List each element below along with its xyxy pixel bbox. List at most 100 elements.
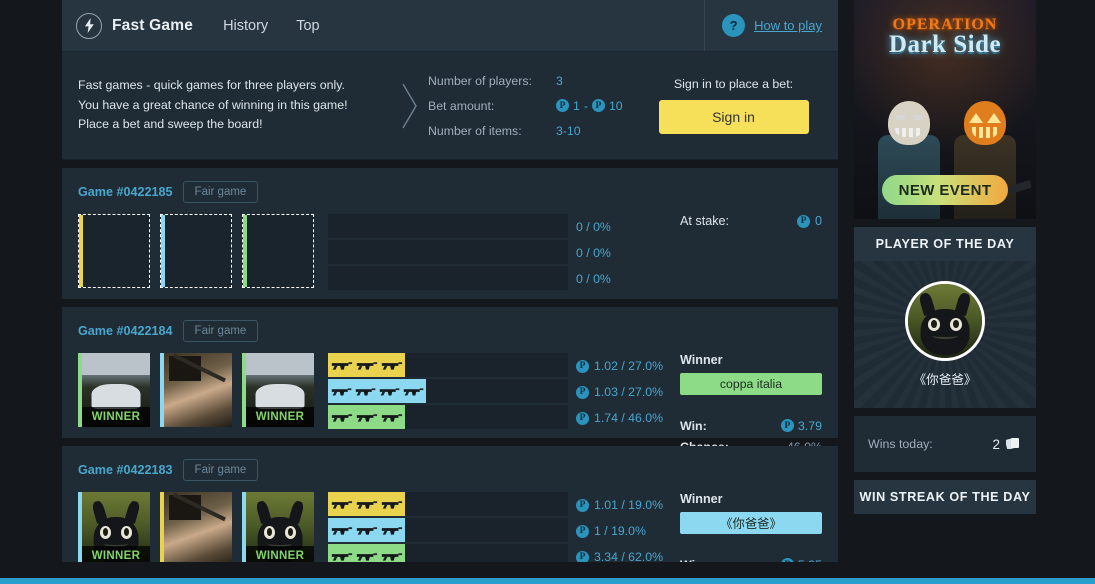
winner-label: Winner	[680, 492, 822, 506]
at-stake-row: At stake: P0	[680, 214, 822, 228]
odds-value: 1.02 / 27.0%	[594, 359, 663, 373]
win-value: 5.35	[798, 558, 822, 563]
item-bar	[328, 379, 568, 403]
winner-badge: WINNER	[246, 546, 314, 562]
player-slots	[78, 214, 328, 292]
player-name: 《你爸爸》	[914, 369, 977, 388]
player-slot[interactable]: WINNER	[242, 353, 314, 427]
at-stake-value: 0	[815, 214, 822, 228]
game-header: Game #0422183Fair game	[78, 458, 838, 482]
odds-row: 0 / 0%	[576, 240, 680, 266]
player-slot-empty[interactable]	[78, 214, 150, 288]
win-label: Win:	[680, 419, 707, 433]
wins-today-box: Wins today: 2	[854, 416, 1036, 472]
stat-label: Bet amount:	[428, 99, 556, 113]
wins-today-label: Wins today:	[868, 437, 933, 451]
player-slot[interactable]	[160, 353, 232, 427]
winner-label: Winner	[680, 353, 822, 367]
item-bars	[328, 353, 568, 457]
player-slot-empty[interactable]	[242, 214, 314, 288]
event-banner[interactable]: OPERATION Dark Side	[854, 0, 1036, 219]
navbar-left: Fast Game History Top	[62, 13, 704, 39]
coin-icon: P	[576, 525, 589, 538]
lightning-bolt-icon	[76, 13, 102, 39]
brand-title: Fast Game	[112, 17, 193, 35]
game-row[interactable]: Game #0422184Fair gameWINNERWINNERP1.02 …	[62, 307, 838, 438]
item-bars	[328, 492, 568, 562]
game-row[interactable]: Game #0422183Fair gameWINNERWINNERP1.01 …	[62, 446, 838, 562]
odds-row: P 1.02 / 27.0%	[576, 353, 680, 379]
odds-value: 1.01 / 19.0%	[594, 498, 663, 512]
at-stake-label: At stake:	[680, 214, 729, 228]
item-bar	[328, 353, 568, 377]
sign-in-button[interactable]: Sign in	[659, 100, 809, 134]
game-body: WINNERWINNERP1.01 / 19.0%P1 / 19.0%P3.34…	[78, 492, 838, 562]
odds-row: 0 / 0%	[576, 266, 680, 292]
new-event-button[interactable]: NEW EVENT	[882, 175, 1008, 205]
coin-icon: P	[797, 215, 810, 228]
fair-game-button[interactable]: Fair game	[183, 320, 259, 342]
winner-stats: Win:P5.35Chance:19.0%	[680, 554, 822, 562]
question-mark-icon[interactable]: ?	[722, 14, 745, 37]
win-row: Win:P3.79	[680, 415, 822, 436]
player-slot[interactable]: WINNER	[242, 492, 314, 562]
info-stats: Number of players: 3 Bet amount: P 1 - P…	[428, 68, 643, 143]
bottom-accent-bar	[0, 578, 1095, 584]
coin-icon: P	[576, 360, 589, 373]
page-root: Fast Game History Top ? How to play Fast…	[0, 0, 1095, 584]
odds-column: 0 / 0%0 / 0%0 / 0%	[568, 214, 680, 292]
odds-row: P1.01 / 19.0%	[576, 492, 680, 518]
player-slot[interactable]: WINNER	[78, 492, 150, 562]
player-slot-empty[interactable]	[160, 214, 232, 288]
nav-link-history[interactable]: History	[223, 18, 268, 34]
weapon-icon	[354, 381, 377, 401]
weapon-icon	[355, 546, 379, 562]
info-panel: Fast games - quick games for three playe…	[62, 52, 838, 160]
stat-label: Number of items:	[428, 124, 556, 138]
game-body: 0 / 0%0 / 0%0 / 0%At stake:P0	[78, 214, 838, 292]
stat-row-items: Number of items: 3-10	[428, 118, 643, 143]
odds-value: 0 / 0%	[576, 272, 611, 286]
bet-max: 10	[609, 99, 623, 113]
winner-name-plate: coppa italia	[680, 373, 822, 395]
odds-column: P1.01 / 19.0%P1 / 19.0%P3.34 / 62.0%	[568, 492, 680, 562]
chevron-right-icon	[392, 81, 428, 131]
winner-badge: WINNER	[82, 546, 150, 562]
item-bars	[328, 214, 568, 292]
coin-icon: P	[781, 419, 794, 432]
weapon-icon	[402, 381, 425, 401]
win-value-group: P5.35	[781, 558, 822, 563]
avatar	[905, 281, 985, 361]
weapon-icon	[330, 494, 354, 514]
bet-separator: -	[584, 99, 588, 113]
player-of-the-day-header: PLAYER OF THE DAY	[854, 227, 1036, 261]
fair-game-button[interactable]: Fair game	[183, 181, 259, 203]
stat-value: 3	[556, 74, 563, 88]
odds-value: 3.34 / 62.0%	[594, 550, 663, 562]
odds-value: 1.74 / 46.0%	[594, 411, 663, 425]
weapon-icon	[330, 520, 354, 540]
stat-value: 3-10	[556, 124, 581, 138]
game-body: WINNERWINNERP1.02 / 27.0%P1.03 / 27.0%P1…	[78, 353, 838, 457]
winner-name-plate: 《你爸爸》	[680, 512, 822, 534]
weapon-icon	[330, 381, 353, 401]
item-bar	[328, 518, 568, 542]
stat-value: P 1 - P 10	[556, 99, 623, 113]
odds-row: P3.34 / 62.0%	[576, 544, 680, 562]
weapon-icon	[380, 520, 404, 540]
nav-link-top[interactable]: Top	[296, 18, 319, 34]
wins-today-value: 2	[992, 437, 1000, 452]
player-slot[interactable]	[160, 492, 232, 562]
odds-row: P1.74 / 46.0%	[576, 405, 680, 431]
item-bar	[328, 240, 568, 264]
player-slot[interactable]: WINNER	[78, 353, 150, 427]
weapon-icon	[380, 407, 404, 427]
win-label: Win:	[680, 558, 707, 563]
fair-game-button[interactable]: Fair game	[183, 459, 259, 481]
win-streak-header: WIN STREAK OF THE DAY	[854, 480, 1036, 514]
winner-badge: WINNER	[246, 407, 314, 427]
game-id: Game #0422185	[78, 185, 173, 199]
game-result-panel: Winnercoppa italiaWin:P3.79Chance:46.0%	[680, 353, 838, 457]
how-to-play-link[interactable]: How to play	[754, 18, 822, 33]
game-row[interactable]: Game #0422185Fair game0 / 0%0 / 0%0 / 0%…	[62, 168, 838, 299]
